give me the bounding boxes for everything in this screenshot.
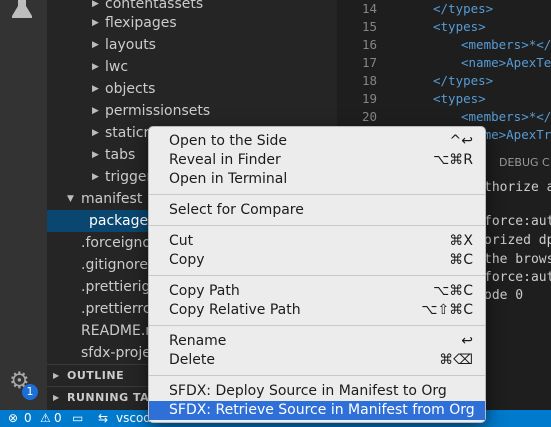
- tree-item-permissionsets[interactable]: ▶ permissionsets: [47, 100, 337, 122]
- error-count[interactable]: 0: [24, 410, 32, 427]
- terminal-line: orized dpr: [484, 233, 551, 248]
- chevron-right-icon: ▶: [92, 18, 99, 28]
- menu-separator: [149, 375, 485, 376]
- chevron-right-icon: ▶: [92, 128, 99, 138]
- chevron-right-icon: ▶: [53, 393, 60, 402]
- org-icon: ⇆: [98, 411, 109, 425]
- notification-badge: 1: [22, 384, 38, 400]
- terminal-line: force:aut: [484, 270, 551, 285]
- context-menu: Open to the Side ^↩ Reveal in Finder ⌥⌘R…: [148, 126, 486, 423]
- menu-copy[interactable]: Copy ⌘C: [149, 251, 485, 270]
- tab-debug-console[interactable]: DEBUG C: [499, 152, 550, 174]
- menu-delete[interactable]: Delete ⌘⌫: [149, 351, 485, 370]
- activity-bar: ⚙ 1: [0, 0, 47, 410]
- menu-cut[interactable]: Cut ⌘X: [149, 232, 485, 251]
- menu-open-in-terminal[interactable]: Open in Terminal: [149, 170, 485, 189]
- menu-sfdx-retrieve-manifest[interactable]: SFDX: Retrieve Source in Manifest from O…: [149, 401, 485, 420]
- chevron-right-icon: ▶: [92, 106, 99, 116]
- chevron-right-icon: ▶: [92, 40, 99, 50]
- menu-open-to-side[interactable]: Open to the Side ^↩: [149, 132, 485, 151]
- terminal-line: the brows: [484, 252, 551, 267]
- menu-copy-path[interactable]: Copy Path ⌥⌘C: [149, 282, 485, 301]
- menu-separator: [149, 275, 485, 276]
- menu-copy-relative-path[interactable]: Copy Relative Path ⌥⇧⌘C: [149, 301, 485, 320]
- chevron-down-icon: ▼: [67, 194, 74, 204]
- branch-name[interactable]: vscod: [116, 410, 151, 427]
- chevron-right-icon: ▶: [53, 371, 60, 380]
- terminal-line: ode 0: [484, 288, 524, 303]
- menu-separator: [149, 194, 485, 195]
- tree-item-layouts[interactable]: ▶ layouts: [47, 34, 337, 56]
- terminal-line: thorize an: [484, 180, 551, 195]
- chevron-right-icon: ▶: [92, 172, 99, 182]
- chevron-right-icon: ▶: [92, 62, 99, 72]
- menu-rename[interactable]: Rename ↩: [149, 332, 485, 351]
- warning-icon[interactable]: ⚠: [40, 410, 51, 427]
- tree-item-lwc[interactable]: ▶ lwc: [47, 56, 337, 78]
- terminal-icon[interactable]: ▭: [72, 410, 83, 427]
- menu-select-for-compare[interactable]: Select for Compare: [149, 201, 485, 220]
- terminal-line: force:aut: [484, 214, 551, 229]
- menu-reveal-in-finder[interactable]: Reveal in Finder ⌥⌘R: [149, 151, 485, 170]
- menu-separator: [149, 325, 485, 326]
- menu-sfdx-deploy-manifest[interactable]: SFDX: Deploy Source in Manifest to Org: [149, 382, 485, 401]
- chevron-right-icon: ▶: [92, 84, 99, 94]
- tree-item-objects[interactable]: ▶ objects: [47, 78, 337, 100]
- tree-item-flexipages[interactable]: ▶ flexipages: [47, 12, 337, 34]
- error-icon[interactable]: ⊗: [8, 410, 18, 427]
- chevron-right-icon: ▶: [92, 150, 99, 160]
- warning-count[interactable]: 0: [54, 410, 62, 427]
- flask-icon[interactable]: [10, 0, 34, 18]
- menu-separator: [149, 225, 485, 226]
